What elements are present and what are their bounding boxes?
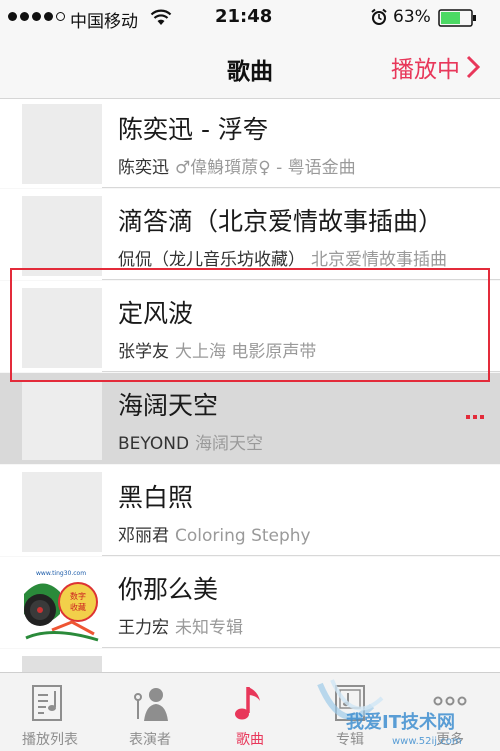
album-cover-image: www.ting30.com 数字 收藏	[22, 564, 102, 644]
signal-strength-icon	[8, 12, 65, 21]
song-subtitle: BEYOND 海阔天空	[118, 429, 263, 454]
album-artwork-placeholder	[22, 380, 102, 460]
artist-icon	[134, 688, 168, 721]
cover-url-text: www.ting30.com	[36, 570, 86, 577]
music-note-icon	[235, 687, 260, 720]
song-artist: 王力宏	[118, 618, 169, 638]
battery-icon	[438, 9, 476, 27]
album-artwork-placeholder	[22, 196, 102, 276]
tab-label: 更多	[436, 732, 464, 748]
clock: 21:48	[215, 6, 273, 27]
tab-label: 表演者	[129, 732, 171, 748]
tab-label: 歌曲	[236, 732, 264, 748]
song-album: 北京爱情故事插曲	[311, 250, 447, 270]
song-album: 大上海 电影原声带	[175, 342, 317, 362]
more-icon	[433, 696, 467, 706]
tab-playlists[interactable]: 播放列表	[0, 673, 100, 751]
navigation-bar: 歌曲 播放中	[0, 36, 500, 99]
alarm-clock-icon	[371, 8, 387, 25]
song-title: 陈奕迅 - 浮夸	[118, 115, 268, 144]
carrier-name: 中国移动	[70, 12, 138, 32]
tab-bar: 播放列表 表演者 歌曲 专辑 更多	[0, 672, 500, 751]
tab-albums[interactable]: 专辑	[300, 673, 400, 751]
album-artwork-placeholder	[22, 288, 102, 368]
song-row[interactable]: 定风波 张学友 大上海 电影原声带	[0, 281, 500, 372]
song-artist: 张学友	[118, 342, 169, 362]
playlist-icon	[32, 685, 62, 721]
song-album: 未知专辑	[175, 618, 243, 638]
song-title: 定风波	[118, 299, 194, 328]
album-icon	[335, 685, 365, 721]
song-subtitle: 王力宏 未知专辑	[118, 613, 243, 638]
song-artist: BEYOND	[118, 434, 190, 454]
chevron-right-icon	[466, 55, 480, 79]
tab-more[interactable]: 更多	[400, 673, 500, 751]
song-subtitle: 邓丽君 Coloring Stephy	[118, 521, 311, 546]
tab-artists[interactable]: 表演者	[100, 673, 200, 751]
song-album: ♂偉鯓瓆蒝♀ - 粤语金曲	[175, 158, 356, 178]
album-artwork-placeholder	[22, 472, 102, 552]
song-artist: 邓丽君	[118, 526, 169, 546]
tab-label: 播放列表	[22, 732, 78, 748]
song-album: Coloring Stephy	[175, 526, 311, 546]
song-artist: 陈奕迅	[118, 158, 169, 178]
now-playing-label: 播放中	[391, 57, 460, 83]
status-bar: 中国移动 21:48 63%	[0, 0, 500, 36]
wifi-icon	[150, 9, 172, 25]
now-playing-button[interactable]: 播放中	[391, 50, 480, 84]
song-row[interactable]: 黑白照 邓丽君 Coloring Stephy	[0, 465, 500, 556]
svg-text:数字: 数字	[70, 591, 86, 601]
album-artwork-placeholder	[22, 656, 102, 672]
tab-songs[interactable]: 歌曲	[200, 673, 300, 751]
song-row-selected[interactable]: 海阔天空 BEYOND 海阔天空	[0, 373, 500, 464]
svg-text:收藏: 收藏	[70, 602, 86, 612]
battery-percentage: 63%	[393, 7, 431, 27]
song-subtitle: 陈奕迅 ♂偉鯓瓆蒝♀ - 粤语金曲	[118, 153, 356, 178]
song-row[interactable]: www.ting30.com 数字 收藏 你那么美 王力宏 未知专辑	[0, 557, 500, 648]
song-title: 你那么美	[118, 575, 219, 604]
tab-label: 专辑	[336, 732, 364, 748]
song-row-partial[interactable]	[0, 649, 500, 672]
song-row[interactable]: 滴答滴（北京爱情故事插曲） 侃侃（龙儿音乐坊收藏） 北京爱情故事插曲	[0, 189, 500, 280]
song-album: 海阔天空	[195, 434, 264, 454]
song-subtitle: 张学友 大上海 电影原声带	[118, 337, 316, 362]
song-title: 海阔天空	[118, 391, 219, 420]
album-artwork-placeholder	[22, 104, 102, 184]
song-row[interactable]: 陈奕迅 - 浮夸 陈奕迅 ♂偉鯓瓆蒝♀ - 粤语金曲	[0, 99, 500, 188]
song-subtitle: 侃侃（龙儿音乐坊收藏） 北京爱情故事插曲	[118, 245, 447, 270]
song-list[interactable]: 陈奕迅 - 浮夸 陈奕迅 ♂偉鯓瓆蒝♀ - 粤语金曲 滴答滴（北京爱情故事插曲） …	[0, 99, 500, 672]
more-options-icon[interactable]	[466, 415, 484, 419]
song-title: 滴答滴（北京爱情故事插曲）	[118, 207, 444, 236]
song-title: 黑白照	[118, 483, 194, 512]
song-artist: 侃侃（龙儿音乐坊收藏）	[118, 250, 305, 270]
